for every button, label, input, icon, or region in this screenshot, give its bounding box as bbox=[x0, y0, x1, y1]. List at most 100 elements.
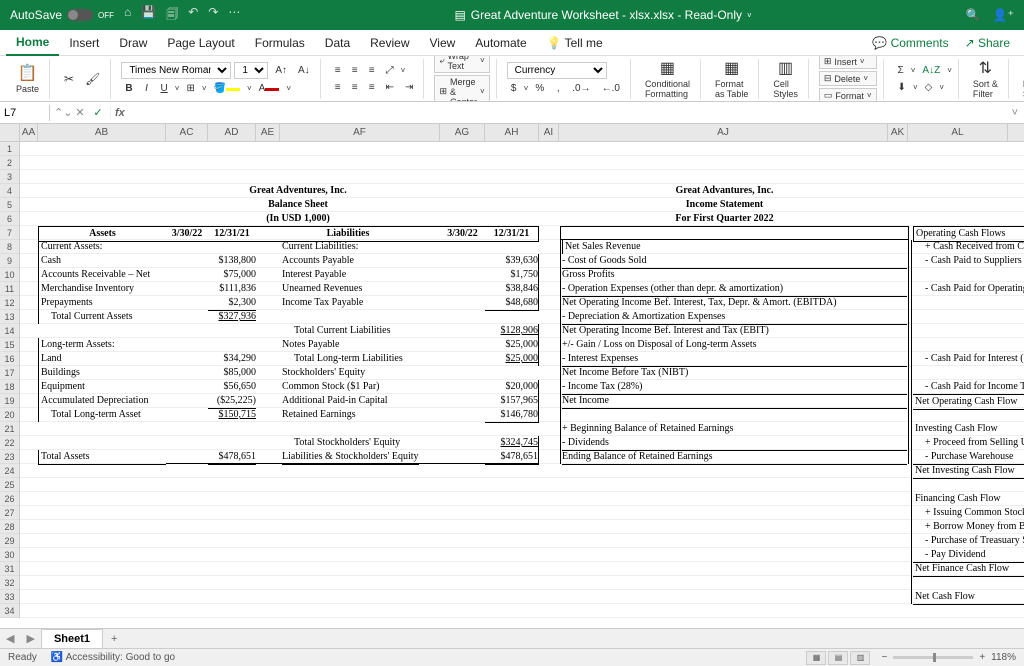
fx-icon[interactable]: fx bbox=[111, 107, 129, 119]
row-header[interactable]: 18 bbox=[0, 380, 19, 394]
fill-color-button[interactable]: 🪣 bbox=[210, 81, 244, 96]
currency-button[interactable]: $ bbox=[507, 81, 521, 96]
insert-cells-button[interactable]: ⊞ Insert ˅ bbox=[819, 56, 877, 69]
row-headers[interactable]: 1234567891011121314151617181920212223242… bbox=[0, 142, 20, 618]
align-right-button[interactable]: ≡ bbox=[365, 80, 379, 95]
column-header[interactable]: AA bbox=[20, 124, 38, 141]
row-header[interactable]: 8 bbox=[0, 240, 19, 254]
autosave-toggle[interactable]: AutoSave OFF bbox=[10, 8, 114, 22]
comments-button[interactable]: 💬 Comments bbox=[864, 31, 956, 55]
row-header[interactable]: 22 bbox=[0, 436, 19, 450]
tab-view[interactable]: View bbox=[420, 31, 466, 55]
increase-font-button[interactable]: A↑ bbox=[271, 63, 291, 78]
zoom-in-button[interactable]: + bbox=[979, 652, 985, 663]
enter-formula-button[interactable]: ✓ bbox=[90, 106, 106, 119]
orient-button[interactable]: ⤢ bbox=[382, 63, 398, 78]
format-painter-button[interactable]: 🖌 bbox=[81, 70, 104, 88]
add-sheet-button[interactable]: + bbox=[103, 633, 125, 645]
share-button[interactable]: ↗ Share bbox=[957, 31, 1018, 55]
font-color-button[interactable]: A bbox=[255, 81, 284, 96]
column-header[interactable]: AI bbox=[539, 124, 559, 141]
row-header[interactable]: 31 bbox=[0, 562, 19, 576]
page-layout-view-button[interactable]: ▤ bbox=[828, 651, 848, 665]
row-header[interactable]: 28 bbox=[0, 520, 19, 534]
row-header[interactable]: 34 bbox=[0, 604, 19, 618]
more-icon[interactable]: ⋯ bbox=[228, 5, 240, 26]
zoom-level[interactable]: 118% bbox=[991, 652, 1016, 663]
outdent-button[interactable]: ⇤ bbox=[382, 80, 398, 95]
tab-review[interactable]: Review bbox=[360, 31, 419, 55]
name-box[interactable] bbox=[0, 105, 50, 121]
indent-button[interactable]: ⇥ bbox=[401, 80, 417, 95]
autosum-button[interactable]: Σ bbox=[894, 63, 908, 78]
format-table-button[interactable]: ▦Format as Table bbox=[711, 56, 752, 101]
align-left-button[interactable]: ≡ bbox=[331, 80, 345, 95]
stepper-icon[interactable]: ⌃⌄ bbox=[54, 106, 70, 119]
accessibility-status[interactable]: ♿ Accessibility: Good to go bbox=[51, 652, 175, 663]
row-header[interactable]: 14 bbox=[0, 324, 19, 338]
tab-insert[interactable]: Insert bbox=[59, 31, 109, 55]
row-header[interactable]: 12 bbox=[0, 296, 19, 310]
underline-button[interactable]: U bbox=[157, 81, 172, 96]
paste-button[interactable]: 📋Paste bbox=[12, 61, 43, 96]
cancel-formula-button[interactable]: ✕ bbox=[72, 106, 88, 119]
print-icon[interactable]: 🗐 bbox=[166, 5, 178, 26]
sort-az-icon[interactable]: A↓Z bbox=[918, 63, 944, 78]
comma-button[interactable]: , bbox=[551, 81, 565, 96]
column-header[interactable]: AF bbox=[280, 124, 440, 141]
row-header[interactable]: 7 bbox=[0, 226, 19, 240]
save-icon[interactable]: 💾 bbox=[141, 5, 156, 26]
redo-icon[interactable]: ↷ bbox=[208, 5, 218, 26]
align-bot-button[interactable]: ≡ bbox=[365, 63, 379, 78]
tell-me[interactable]: 💡Tell me bbox=[537, 31, 613, 55]
row-header[interactable]: 9 bbox=[0, 254, 19, 268]
row-header[interactable]: 4 bbox=[0, 184, 19, 198]
row-header[interactable]: 13 bbox=[0, 310, 19, 324]
formula-input[interactable] bbox=[129, 105, 1006, 121]
copy-button[interactable]: ✂ bbox=[60, 70, 78, 88]
column-header[interactable]: AH bbox=[485, 124, 539, 141]
sort-filter-button[interactable]: ⇅Sort & Filter bbox=[969, 56, 1002, 101]
fill-button[interactable]: ⬇ bbox=[894, 80, 910, 95]
italic-button[interactable]: I bbox=[140, 81, 154, 96]
sheet-prev-button[interactable]: ◀ bbox=[0, 632, 20, 645]
row-header[interactable]: 26 bbox=[0, 492, 19, 506]
row-header[interactable]: 21 bbox=[0, 422, 19, 436]
bold-button[interactable]: B bbox=[121, 81, 136, 96]
column-header[interactable]: AD bbox=[208, 124, 256, 141]
border-button[interactable]: ⊞ bbox=[182, 81, 198, 96]
find-select-button[interactable]: 🔍Find & Select bbox=[1019, 56, 1024, 101]
row-header[interactable]: 17 bbox=[0, 366, 19, 380]
align-center-button[interactable]: ≡ bbox=[348, 80, 362, 95]
row-header[interactable]: 3 bbox=[0, 170, 19, 184]
inc-decimal-button[interactable]: .0→ bbox=[568, 81, 594, 96]
select-all-corner[interactable] bbox=[0, 124, 20, 141]
row-header[interactable]: 20 bbox=[0, 408, 19, 422]
undo-icon[interactable]: ↶ bbox=[188, 5, 198, 26]
tab-draw[interactable]: Draw bbox=[109, 31, 157, 55]
row-header[interactable]: 2 bbox=[0, 156, 19, 170]
format-cells-button[interactable]: ▭ Format ˅ bbox=[819, 88, 877, 102]
row-header[interactable]: 30 bbox=[0, 548, 19, 562]
decrease-font-button[interactable]: A↓ bbox=[294, 63, 314, 78]
zoom-slider[interactable] bbox=[893, 656, 973, 659]
row-header[interactable]: 10 bbox=[0, 268, 19, 282]
tab-automate[interactable]: Automate bbox=[465, 31, 536, 55]
row-header[interactable]: 11 bbox=[0, 282, 19, 296]
search-icon[interactable]: 🔍 bbox=[966, 8, 981, 22]
row-header[interactable]: 6 bbox=[0, 212, 19, 226]
column-header[interactable]: AL bbox=[908, 124, 1008, 141]
conditional-formatting-button[interactable]: ▦Conditional Formatting bbox=[641, 56, 694, 101]
row-header[interactable]: 5 bbox=[0, 198, 19, 212]
align-mid-button[interactable]: ≡ bbox=[348, 63, 362, 78]
share-icon[interactable]: 👤⁺ bbox=[993, 8, 1014, 22]
font-name-select[interactable]: Times New Roman bbox=[121, 62, 231, 79]
tab-page-layout[interactable]: Page Layout bbox=[157, 31, 244, 55]
row-header[interactable]: 23 bbox=[0, 450, 19, 464]
tab-home[interactable]: Home bbox=[6, 30, 59, 56]
row-header[interactable]: 27 bbox=[0, 506, 19, 520]
column-header[interactable]: AG bbox=[440, 124, 485, 141]
spreadsheet-grid[interactable]: AA AB AC AD AE AF AG AH AI AJ AK AL 1234… bbox=[0, 124, 1024, 654]
row-header[interactable]: 29 bbox=[0, 534, 19, 548]
percent-button[interactable]: % bbox=[531, 81, 548, 96]
